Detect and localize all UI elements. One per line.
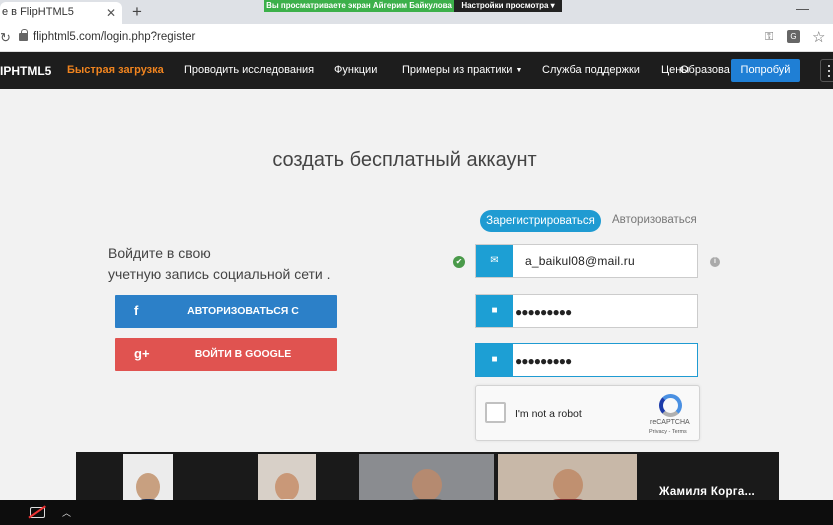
email-field[interactable]: ✉ a_baikul08@mail.ru xyxy=(475,244,698,278)
nav-support[interactable]: Служба поддержки xyxy=(542,64,640,76)
browser-tab[interactable]: е в FlipHTML5 ✕ xyxy=(0,2,122,24)
captcha-brand: reCAPTCHA xyxy=(650,419,690,426)
address-bar: ↻ fliphtml5.com/login.php?register ⚿ G ☆ xyxy=(0,24,833,52)
share-settings-button[interactable]: Настройки просмотра ▾ xyxy=(454,0,562,12)
key-icon[interactable]: ⚿ xyxy=(765,31,773,44)
recaptcha-logo-icon xyxy=(659,394,682,417)
captcha-label: I'm not a robot xyxy=(515,408,582,420)
site-navbar: IPHTML5 Быстрая загрузка Проводить иссле… xyxy=(0,52,833,89)
chevron-up-icon[interactable]: ︿ xyxy=(62,506,71,519)
page-title: создать бесплатный аккаунт xyxy=(272,149,537,171)
social-login-prompt: Войдите в свою учетную запись социальной… xyxy=(108,243,331,285)
password-value: ●●●●●●●●● xyxy=(515,305,572,319)
email-value: a_baikul08@mail.ru xyxy=(525,254,635,268)
tab-login[interactable]: Авторизоваться xyxy=(612,214,697,226)
caller-name: Жамиля Корга... xyxy=(659,486,756,498)
url-field[interactable]: fliphtml5.com/login.php?register xyxy=(33,31,195,43)
tab-close-icon[interactable]: ✕ xyxy=(104,5,118,21)
nav-education[interactable]: Образова xyxy=(680,64,730,76)
info-icon[interactable]: i xyxy=(710,257,720,267)
new-tab-icon[interactable]: + xyxy=(132,2,142,22)
screen: е в FlipHTML5 ✕ + Вы просматриваете экра… xyxy=(0,0,833,525)
lock-icon[interactable] xyxy=(19,29,28,41)
share-notice: Вы просматриваете экран Айгерим Байкулов… xyxy=(264,0,454,12)
taskbar: ︿ xyxy=(0,500,833,525)
try-button[interactable]: Попробуй xyxy=(731,59,800,82)
envelope-icon: ✉ xyxy=(476,245,513,277)
facebook-login-button[interactable]: f АВТОРИЗОВАТЬСЯ С xyxy=(115,295,337,328)
social-prompt-line2: учетную запись социальной сети . xyxy=(108,266,331,282)
site-logo[interactable]: IPHTML5 xyxy=(0,64,51,78)
check-icon: ✔ xyxy=(453,256,465,268)
nav-features[interactable]: Функции xyxy=(334,64,377,76)
menu-icon[interactable] xyxy=(820,59,833,82)
reload-icon[interactable]: ↻ xyxy=(0,30,11,46)
translate-icon[interactable]: G xyxy=(787,30,800,43)
confirm-password-field[interactable]: ■ ●●●●●●●●● xyxy=(475,343,698,377)
captcha-checkbox[interactable] xyxy=(485,402,506,423)
google-login-button[interactable]: g+ ВОЙТИ В GOOGLE xyxy=(115,338,337,371)
camera-off-icon[interactable] xyxy=(30,507,45,518)
google-button-label: ВОЙТИ В GOOGLE xyxy=(194,348,292,360)
password-field[interactable]: ■ ●●●●●●●●● xyxy=(475,294,698,328)
tab-title: е в FlipHTML5 xyxy=(2,6,74,18)
screen-share-banner: Вы просматриваете экран Айгерим Байкулов… xyxy=(264,0,562,12)
confirm-password-value: ●●●●●●●●● xyxy=(515,354,572,368)
nav-case-studies[interactable]: Примеры из практики ▼ xyxy=(402,64,522,76)
nav-research[interactable]: Проводить исследования xyxy=(184,64,314,76)
facebook-button-label: АВТОРИЗОВАТЬСЯ С xyxy=(187,305,299,317)
bookmark-star-icon[interactable]: ☆ xyxy=(812,28,825,46)
social-prompt-line1: Войдите в свою xyxy=(108,245,211,261)
tab-register[interactable]: Зарегистрироваться xyxy=(480,210,601,232)
recaptcha-widget: I'm not a robot reCAPTCHA Privacy - Term… xyxy=(475,385,700,441)
nav-case-studies-label: Примеры из практики xyxy=(402,64,513,76)
browser-tab-strip: е в FlipHTML5 ✕ + Вы просматриваете экра… xyxy=(0,0,833,24)
lock-icon: ■ xyxy=(476,344,513,376)
captcha-terms-link[interactable]: Privacy - Terms xyxy=(649,429,687,435)
lock-icon: ■ xyxy=(476,295,513,327)
minimize-icon[interactable]: — xyxy=(796,1,809,16)
chevron-down-icon: ▼ xyxy=(515,66,523,74)
nav-quick-upload[interactable]: Быстрая загрузка xyxy=(67,64,164,76)
